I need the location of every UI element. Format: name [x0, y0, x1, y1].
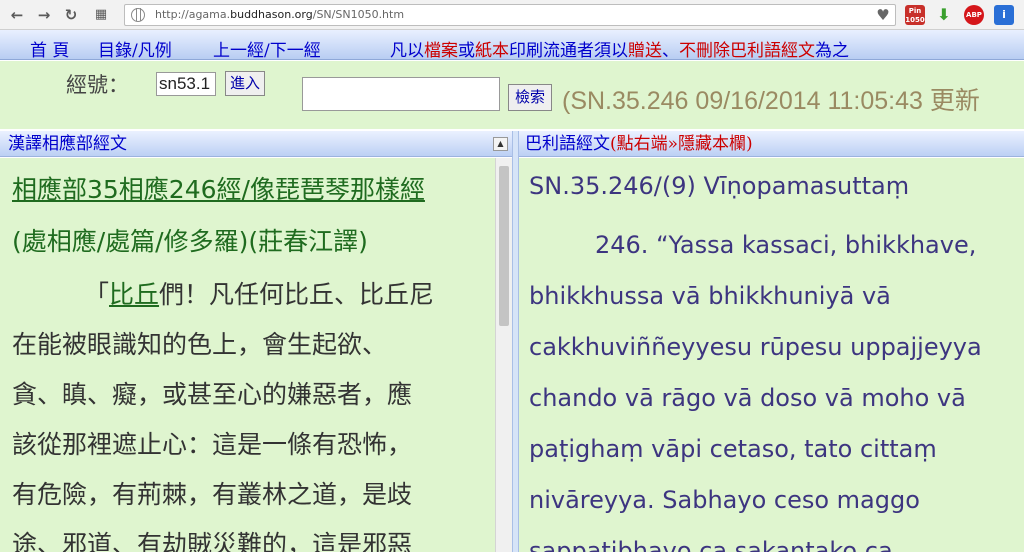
pali-pane-header: 巴利語經文(點右端»隱藏本欄)	[519, 131, 1024, 157]
chinese-line: 有危險，有荊棘，有叢林之道，是歧	[12, 480, 413, 509]
notice-part: 不刪除巴利語經文	[679, 41, 815, 60]
chinese-line: 途、邪道、有劫賊災難的，這是邪惡	[12, 530, 413, 552]
notice-part: 贈送	[628, 41, 662, 60]
info-extension-icon[interactable]: i	[994, 5, 1014, 25]
home-link[interactable]: 首 頁	[30, 36, 69, 59]
pali-line: nivāreyya. Sabhayo ceso maggo	[529, 486, 920, 514]
search-row: 經號： sn53.1 進入 檢索 (SN.35.246 09/16/2014 1…	[0, 61, 1024, 129]
sutta-number-label: 經號：	[66, 73, 129, 97]
contents-link[interactable]: 目錄/凡例	[98, 36, 172, 59]
search-button[interactable]: 檢索	[508, 84, 552, 111]
sutta-number-input[interactable]: sn53.1	[156, 72, 216, 96]
notice-part: 紙本	[475, 41, 509, 60]
back-arrow-icon[interactable]: ←	[6, 4, 28, 26]
chinese-text-pane: 相應部35相應246經/像琵琶琴那樣經 (處相應/處篇/修多羅)(莊春江譯) 「…	[0, 158, 495, 552]
pali-line: sappaṭibhayo ca sakaṇṭako ca	[529, 537, 893, 552]
site-menu-bar: 首 頁 目錄/凡例 上一經/下一經 凡以檔案或紙本印刷流通者須以贈送、不刪除巴利…	[0, 30, 1024, 60]
pin-extension-icon[interactable]: Pin 1050	[905, 5, 925, 25]
chinese-pane-header: 漢譯相應部經文	[0, 131, 512, 157]
notice-part: 為之	[815, 41, 849, 60]
download-arrow-icon[interactable]: ⬇	[934, 5, 954, 25]
adblock-icon[interactable]: ABP	[964, 5, 984, 25]
distribution-notice: 凡以檔案或紙本印刷流通者須以贈送、不刪除巴利語經文為之	[390, 36, 849, 60]
notice-part: 、	[662, 41, 679, 60]
pali-header-label: 巴利語經文	[525, 134, 610, 154]
keyword-search-input[interactable]	[302, 77, 500, 111]
chinese-line: 該從那裡遮止心：這是一條有恐怖，	[12, 430, 413, 459]
browser-toolbar: ← → ↻ ▦ http://agama.buddhason.org/SN/SN…	[0, 0, 1024, 30]
url-text: http://agama.buddhason.org/SN/SN1050.htm	[155, 8, 405, 21]
pali-line: chando vā rāgo vā doso vā moho vā	[529, 384, 966, 412]
notice-part: 印刷流通者須以	[509, 41, 628, 60]
scrollbar-thumb[interactable]	[499, 166, 509, 326]
sutta-subtitle: (處相應/處篇/修多羅)(莊春江譯)	[12, 227, 368, 256]
pali-line: cakkhuviññeyyesu rūpesu uppajjeyya	[529, 333, 982, 361]
pane-splitter[interactable]	[512, 131, 519, 552]
go-button[interactable]: 進入	[225, 71, 265, 96]
pali-line: bhikkhussa vā bhikkhuniyā vā	[529, 282, 891, 310]
term-link-bhikkhu[interactable]: 比丘	[109, 280, 159, 309]
collapse-up-icon[interactable]: ▲	[493, 137, 508, 151]
forward-arrow-icon[interactable]: →	[33, 4, 55, 26]
globe-icon	[131, 8, 145, 22]
update-timestamp: (SN.35.246 09/16/2014 11:05:43 更新	[562, 87, 980, 115]
pali-body: 246. “Yassa kassaci, bhikkhave, bhikkhus…	[529, 220, 1019, 552]
address-bar[interactable]: http://agama.buddhason.org/SN/SN1050.htm	[124, 4, 896, 26]
pali-line: paṭighaṃ vāpi cetaso, tato cittaṃ	[529, 435, 937, 463]
notice-part: 凡以	[390, 41, 424, 60]
reload-icon[interactable]: ↻	[60, 4, 82, 26]
pali-line: 246. “Yassa kassaci, bhikkhave,	[595, 231, 977, 259]
pali-text-pane: SN.35.246/(9) Vīṇopamasuttaṃ 246. “Yassa…	[519, 158, 1024, 552]
notice-part: 檔案	[424, 41, 458, 60]
chinese-line: 在能被眼識知的色上，會生起欲、	[12, 330, 388, 359]
prev-next-link[interactable]: 上一經/下一經	[213, 36, 321, 59]
pali-title: SN.35.246/(9) Vīṇopamasuttaṃ	[529, 172, 910, 200]
hide-column-link[interactable]: (點右端»隱藏本欄)	[610, 134, 753, 154]
heart-bookmark-icon[interactable]: ♥	[872, 4, 894, 26]
chinese-line: 「比丘們！凡任何比丘、比丘尼	[84, 280, 435, 309]
chinese-body: 「比丘們！凡任何比丘、比丘尼 在能被眼識知的色上，會生起欲、 貪、瞋、癡，或甚至…	[12, 270, 482, 552]
sutta-title-link[interactable]: 相應部35相應246經/像琵琶琴那樣經	[12, 170, 425, 206]
apps-grid-icon[interactable]: ▦	[90, 4, 112, 26]
chinese-pane-scrollbar[interactable]	[495, 158, 512, 552]
notice-part: 或	[458, 41, 475, 60]
chinese-line: 貪、瞋、癡，或甚至心的嫌惡者，應	[12, 380, 413, 409]
